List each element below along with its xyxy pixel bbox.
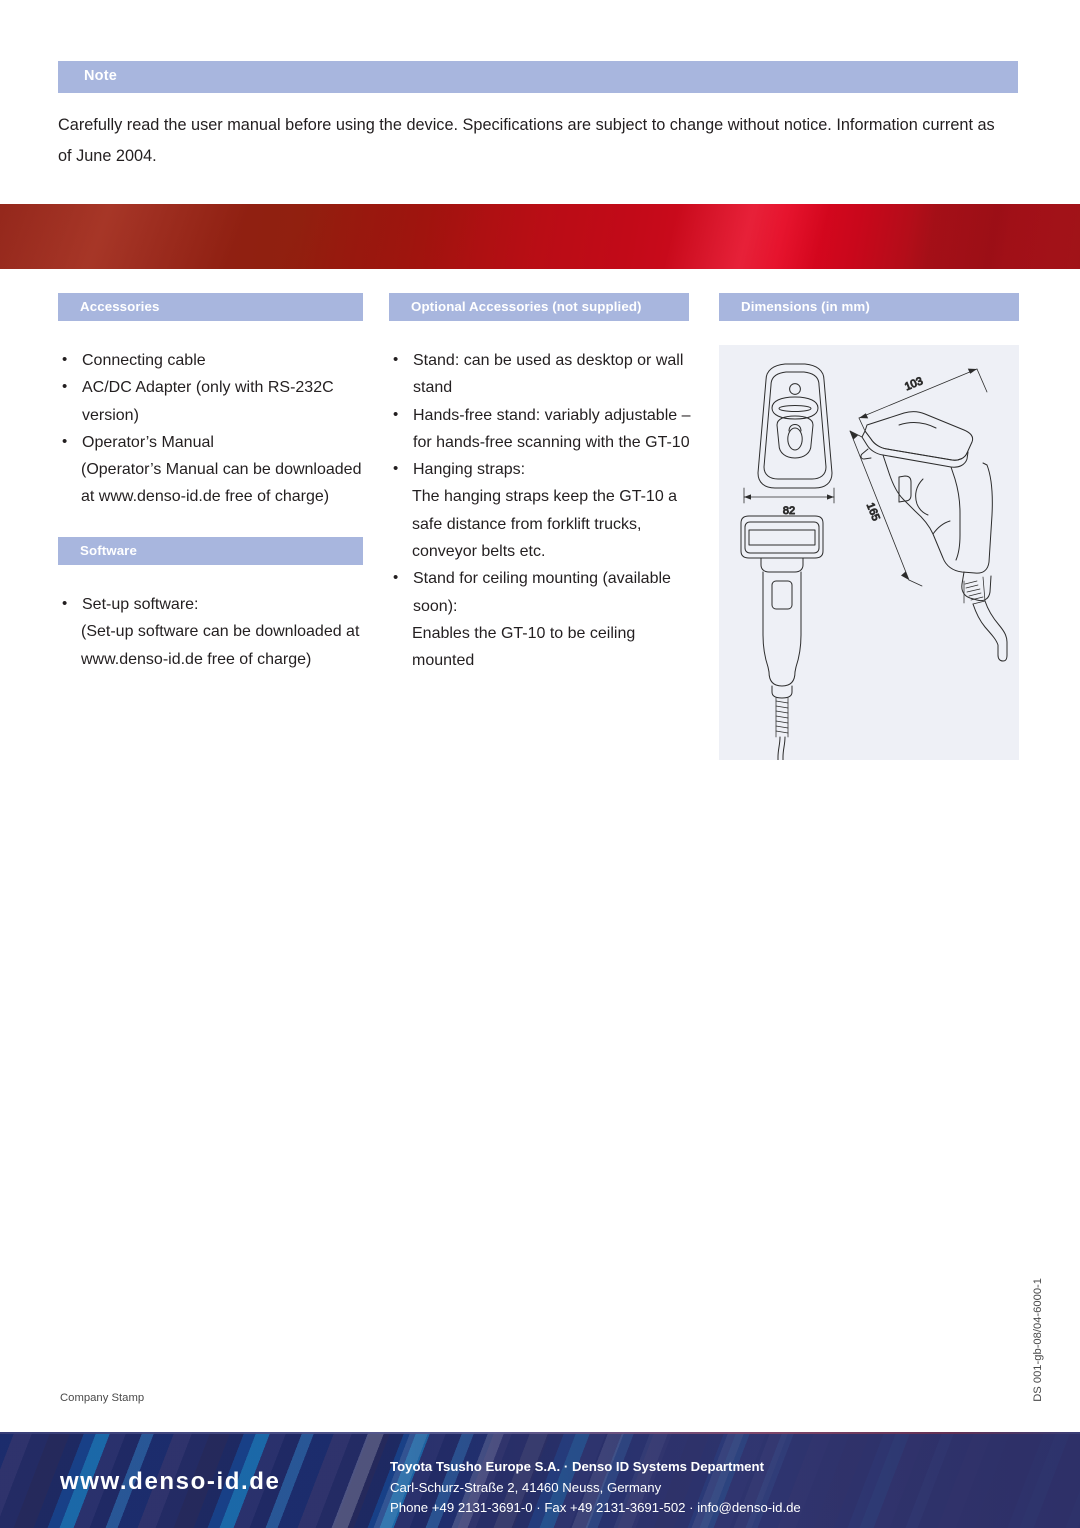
scanner-handle-view: [740, 515, 824, 760]
list-item: AC/DC Adapter (only with RS-232C version…: [58, 373, 368, 429]
list-item-text: Stand for ceiling mounting (available so…: [413, 570, 671, 615]
datasheet-page: Note Carefully read the user manual befo…: [0, 0, 1080, 1528]
list-item-text: Hands-free stand: variably adjustable – …: [413, 406, 691, 451]
dimensions-header-label: Dimensions (in mm): [741, 299, 870, 314]
list-item-text: Hanging straps:: [413, 461, 526, 479]
barcode-scanner-dimension-drawing: 82 103 165: [740, 363, 1008, 760]
footer-website-url[interactable]: www.denso-id.de: [60, 1468, 280, 1496]
list-item-subtext: Enables the GT-10 to be ceiling mounted: [412, 624, 636, 670]
dimension-height-165: [849, 430, 923, 587]
footer-company-name: Toyota Tsusho Europe S.A. · Denso ID Sys…: [390, 1459, 764, 1474]
list-item: Hands-free stand: variably adjustable – …: [389, 401, 694, 457]
optional-accessories-header-label: Optional Accessories (not supplied): [411, 299, 642, 314]
scanner-perspective-view: [860, 411, 1008, 662]
company-stamp-label: Company Stamp: [60, 1392, 145, 1404]
accessories-list: Connecting cable AC/DC Adapter (only with…: [58, 346, 368, 511]
dimension-label-depth: 103: [903, 375, 925, 393]
document-code-vertical: DS 001-gb-08/04-6000-1: [1032, 1278, 1044, 1402]
banner-shadow-midleft: [250, 204, 506, 269]
list-item-text: Operator’s Manual: [82, 433, 214, 451]
scanner-front-view: [757, 363, 833, 489]
banner-shadow-right: [897, 204, 1080, 269]
list-item: Set-up software: (Set-up software can be …: [58, 590, 368, 673]
list-item-subtext: (Operator’s Manual can be downloaded at …: [81, 461, 362, 506]
list-item: Stand for ceiling mounting (available so…: [389, 564, 694, 674]
dimension-label-width: 82: [783, 505, 795, 517]
list-item: Operator’s Manual (Operator’s Manual can …: [58, 428, 368, 511]
list-item-subtext: The hanging straps keep the GT-10 a safe…: [412, 488, 678, 561]
software-list: Set-up software: (Set-up software can be …: [58, 590, 368, 673]
list-item-text: AC/DC Adapter (only with RS-232C version…: [82, 379, 334, 424]
banner-highlight-left: [0, 204, 258, 269]
list-item: Connecting cable: [58, 346, 368, 374]
list-item-text: Stand: can be used as desktop or wall st…: [413, 352, 684, 397]
list-item: Stand: can be used as desktop or wall st…: [389, 346, 694, 402]
list-item-text: Connecting cable: [82, 352, 206, 369]
list-item-text: Set-up software:: [82, 596, 199, 613]
accessories-section-header: Accessories: [58, 293, 363, 321]
accessories-list-container: Connecting cable AC/DC Adapter (only with…: [58, 346, 368, 511]
dimensions-diagram-panel: 82 103 165: [719, 345, 1019, 760]
list-item: Hanging straps: The hanging straps keep t…: [389, 455, 694, 565]
optional-accessories-list: Stand: can be used as desktop or wall st…: [389, 346, 694, 675]
optional-accessories-section-header: Optional Accessories (not supplied): [389, 293, 689, 321]
footer-street-address: Carl-Schurz-Straße 2, 41460 Neuss, Germa…: [390, 1479, 662, 1495]
dimension-width-82: [743, 487, 835, 504]
software-section-header: Software: [58, 537, 363, 565]
red-decorative-banner: [0, 204, 1080, 269]
accessories-header-label: Accessories: [80, 299, 160, 314]
list-item-subtext: (Set-up software can be downloaded at ww…: [81, 623, 360, 668]
software-header-label: Software: [80, 543, 137, 558]
optional-accessories-list-container: Stand: can be used as desktop or wall st…: [389, 346, 694, 675]
note-body-text: Carefully read the user manual before us…: [58, 116, 995, 165]
note-section-header: Note: [58, 61, 1018, 93]
dimensions-section-header: Dimensions (in mm): [719, 293, 1019, 321]
footer-contact-line: Phone +49 2131-3691-0 · Fax +49 2131-369…: [390, 1500, 801, 1515]
footer-top-edge: [0, 1432, 1080, 1434]
software-list-container: Set-up software: (Set-up software can be …: [58, 590, 368, 673]
footer-address-block: Toyota Tsusho Europe S.A. · Denso ID Sys…: [390, 1457, 801, 1519]
note-header-label: Note: [84, 68, 118, 84]
banner-highlight-right: [655, 204, 835, 269]
